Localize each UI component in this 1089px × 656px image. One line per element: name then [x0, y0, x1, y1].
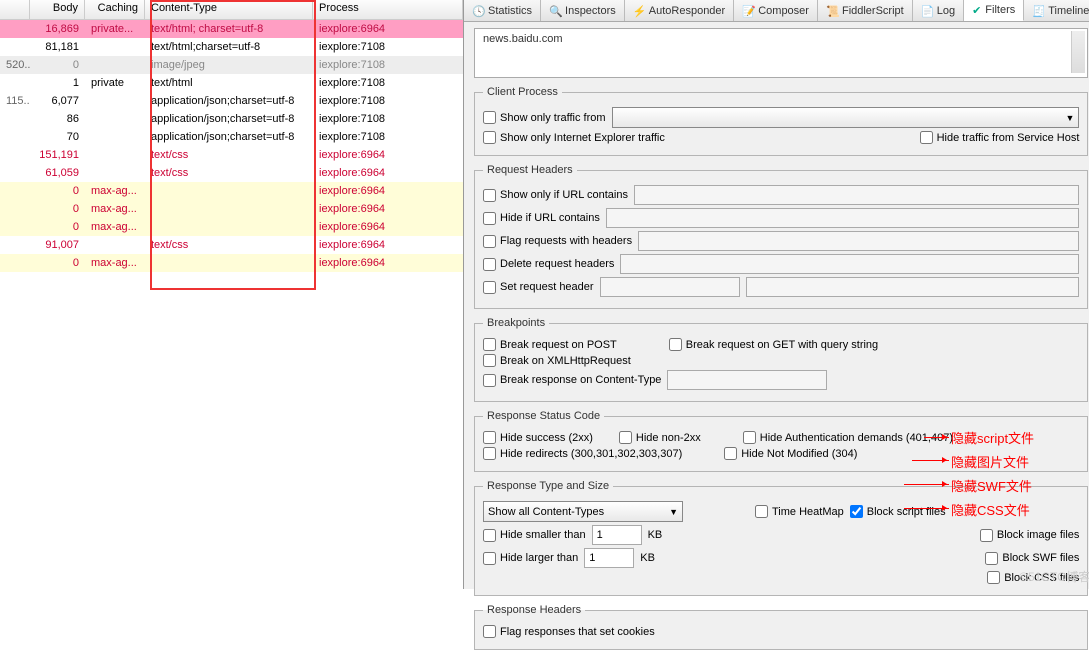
magnifier-icon: 🔍: [549, 5, 561, 17]
arrow-4: [904, 508, 949, 509]
host-text: news.baidu.com: [483, 33, 1079, 45]
chk-block-image[interactable]: Block image files: [980, 529, 1080, 542]
legend-type-size: Response Type and Size: [483, 480, 613, 492]
legend-status-code: Response Status Code: [483, 410, 604, 422]
request-headers-group: Request Headers Show only if URL contain…: [474, 164, 1088, 309]
break-ct-input[interactable]: [667, 370, 827, 390]
tab-filters[interactable]: ✔Filters: [964, 0, 1024, 21]
breakpoints-group: Breakpoints Break request on POST Break …: [474, 317, 1088, 402]
table-row[interactable]: 0max-ag...iexplore:6964: [0, 254, 463, 272]
chk-set-header[interactable]: Set request header: [483, 281, 594, 294]
chk-ie-only[interactable]: Show only Internet Explorer traffic: [483, 131, 665, 144]
tab-inspectors[interactable]: 🔍Inspectors: [541, 0, 625, 21]
type-size-group: Response Type and Size Show all Content-…: [474, 480, 1088, 596]
arrow-3: [904, 484, 949, 485]
col-content-type[interactable]: Content-Type: [145, 0, 313, 19]
table-row[interactable]: 70application/json;charset=utf-8iexplore…: [0, 128, 463, 146]
larger-spinner[interactable]: [584, 548, 634, 568]
table-row[interactable]: 91,007text/cssiexplore:6964: [0, 236, 463, 254]
chk-time-heatmap[interactable]: Time HeatMap: [755, 505, 844, 518]
smaller-spinner[interactable]: [592, 525, 642, 545]
content-types-combo[interactable]: Show all Content-Types▼: [483, 501, 683, 522]
tab-statistics[interactable]: 🕓Statistics: [464, 0, 541, 21]
col-body[interactable]: Body: [30, 0, 85, 19]
legend-client-process: Client Process: [483, 86, 562, 98]
table-row[interactable]: 520...0image/jpegiexplore:7108: [0, 56, 463, 74]
flag-headers-input[interactable]: [638, 231, 1079, 251]
hide-url-input[interactable]: [606, 208, 1080, 228]
chk-delete-headers[interactable]: Delete request headers: [483, 258, 614, 271]
host-filter-box[interactable]: news.baidu.com: [474, 28, 1088, 78]
process-combo[interactable]: ▼: [612, 107, 1080, 128]
chk-show-only-traffic[interactable]: Show only traffic from: [483, 111, 606, 124]
tab-autoresponder[interactable]: ⚡AutoResponder: [625, 0, 734, 21]
watermark: ©51CTO博客: [1019, 568, 1089, 585]
bolt-icon: ⚡: [633, 5, 645, 17]
table-row[interactable]: 86application/json;charset=utf-8iexplore…: [0, 110, 463, 128]
check-icon: ✔: [972, 4, 981, 17]
table-row[interactable]: 0max-ag...iexplore:6964: [0, 182, 463, 200]
status-code-group: Response Status Code Hide success (2xx) …: [474, 410, 1088, 472]
chk-hide-larger[interactable]: Hide larger than: [483, 552, 578, 565]
delete-headers-input[interactable]: [620, 254, 1079, 274]
chk-hide-auth[interactable]: Hide Authentication demands (401,407): [743, 431, 953, 444]
chk-block-script[interactable]: Block script files: [850, 505, 946, 518]
sessions-grid: Body Caching Content-Type Process 16,869…: [0, 0, 464, 589]
chk-hide-non2xx[interactable]: Hide non-2xx: [619, 431, 701, 444]
chk-break-get[interactable]: Break request on GET with query string: [669, 338, 878, 351]
chk-url-contains[interactable]: Show only if URL contains: [483, 189, 628, 202]
chk-hide-smaller[interactable]: Hide smaller than: [483, 529, 586, 542]
tab-timeline[interactable]: 🧾Timeline: [1024, 0, 1089, 21]
chk-hide-redirects[interactable]: Hide redirects (300,301,302,303,307): [483, 447, 682, 460]
tab-composer[interactable]: 📝Composer: [734, 0, 818, 21]
chk-flag-cookies[interactable]: Flag responses that set cookies: [483, 625, 655, 638]
chk-hide-304[interactable]: Hide Not Modified (304): [724, 447, 857, 460]
timeline-icon: 🧾: [1032, 5, 1044, 17]
kb-label-2: KB: [640, 552, 655, 564]
tab-fiddlerscript[interactable]: 📜FiddlerScript: [818, 0, 913, 21]
clock-icon: 🕓: [472, 5, 484, 17]
set-header-value[interactable]: [746, 277, 1080, 297]
table-row[interactable]: 61,059text/cssiexplore:6964: [0, 164, 463, 182]
tab-bar: 🕓Statistics 🔍Inspectors ⚡AutoResponder 📝…: [464, 0, 1089, 22]
chk-break-post[interactable]: Break request on POST: [483, 338, 617, 351]
chk-flag-headers[interactable]: Flag requests with headers: [483, 235, 632, 248]
chk-hide-svchost[interactable]: Hide traffic from Service Host: [920, 131, 1080, 144]
edit-icon: 📝: [742, 5, 754, 17]
table-row[interactable]: 0max-ag...iexplore:6964: [0, 218, 463, 236]
grid-header: Body Caching Content-Type Process: [0, 0, 463, 20]
legend-request-headers: Request Headers: [483, 164, 577, 176]
response-headers-group: Response Headers Flag responses that set…: [474, 604, 1088, 650]
client-process-group: Client Process Show only traffic from ▼ …: [474, 86, 1088, 156]
arrow-1: [924, 437, 949, 438]
url-contains-input[interactable]: [634, 185, 1079, 205]
chk-hide-2xx[interactable]: Hide success (2xx): [483, 431, 593, 444]
script-icon: 📜: [826, 5, 838, 17]
arrow-2: [912, 460, 949, 461]
col-process[interactable]: Process: [313, 0, 463, 19]
table-row[interactable]: 115...6,077application/json;charset=utf-…: [0, 92, 463, 110]
chk-break-ct[interactable]: Break response on Content-Type: [483, 374, 661, 387]
chk-block-swf[interactable]: Block SWF files: [985, 552, 1079, 565]
chk-hide-url[interactable]: Hide if URL contains: [483, 212, 600, 225]
tab-log[interactable]: 📄Log: [913, 0, 964, 21]
col-caching[interactable]: Caching: [85, 0, 145, 19]
table-row[interactable]: 81,181text/html;charset=utf-8iexplore:71…: [0, 38, 463, 56]
table-row[interactable]: 1privatetext/htmliexplore:7108: [0, 74, 463, 92]
kb-label: KB: [648, 529, 663, 541]
right-panel: 🕓Statistics 🔍Inspectors ⚡AutoResponder 📝…: [464, 0, 1089, 589]
col-spacer[interactable]: [0, 0, 30, 19]
legend-response-headers: Response Headers: [483, 604, 585, 616]
chk-break-xhr[interactable]: Break on XMLHttpRequest: [483, 354, 631, 367]
table-row[interactable]: 151,191text/cssiexplore:6964: [0, 146, 463, 164]
table-row[interactable]: 16,869private...text/html; charset=utf-8…: [0, 20, 463, 38]
legend-breakpoints: Breakpoints: [483, 317, 549, 329]
table-row[interactable]: 0max-ag...iexplore:6964: [0, 200, 463, 218]
scrollbar[interactable]: [1071, 31, 1085, 73]
set-header-name[interactable]: [600, 277, 740, 297]
log-icon: 📄: [921, 5, 933, 17]
